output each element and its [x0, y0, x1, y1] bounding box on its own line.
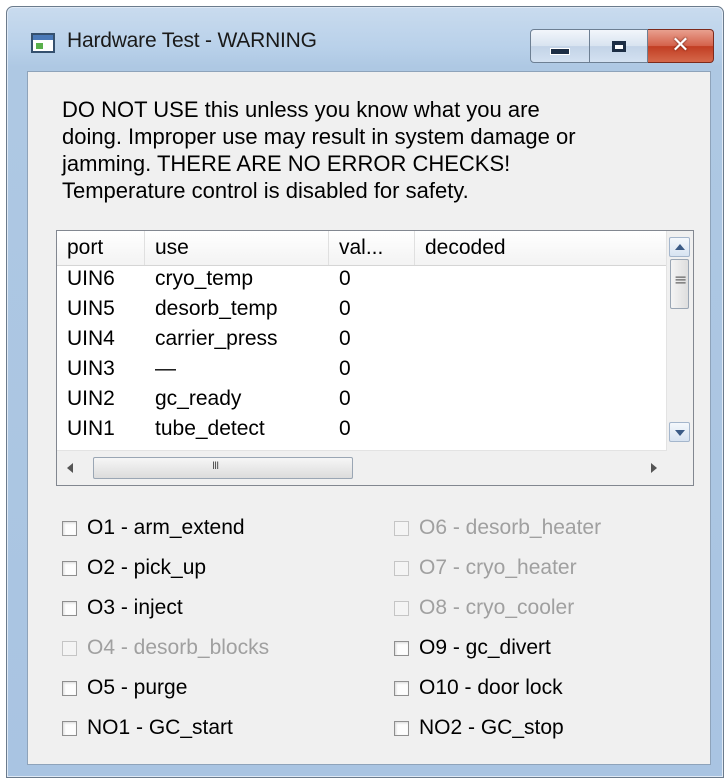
use-cell: cryo_temp [155, 267, 254, 290]
minimize-button[interactable] [530, 29, 590, 63]
hardware-test-window: Hardware Test - WARNING ✕ DO NOT USE thi… [6, 6, 724, 778]
column-header-use[interactable]: use [145, 231, 329, 265]
output-checkbox[interactable]: NO1 - GC_start [62, 714, 233, 742]
column-header-port[interactable]: port [57, 231, 145, 265]
vertical-scrollbar[interactable] [666, 231, 693, 451]
warning-message: DO NOT USE this unless you know what you… [62, 97, 576, 203]
use-cell: desorb_temp [155, 297, 278, 320]
horizontal-scrollbar[interactable] [57, 450, 667, 485]
checkbox-label: O6 - desorb_heater [419, 516, 602, 539]
output-checkbox[interactable]: O1 - arm_extend [62, 514, 245, 542]
checkbox-box [394, 600, 409, 616]
output-checkbox[interactable]: O5 - purge [62, 674, 187, 702]
port-cell: UIN1 [67, 417, 115, 440]
output-checkbox[interactable]: O2 - pick_up [62, 554, 206, 582]
use-cell: — [155, 357, 176, 380]
checkbox-label: O7 - cryo_heater [419, 556, 577, 579]
output-checkbox: O4 - desorb_blocks [62, 634, 269, 662]
value-cell: 0 [339, 297, 351, 320]
table-row[interactable]: UIN4 carrier_press 0 [57, 326, 667, 352]
checkbox-label: O1 - arm_extend [87, 516, 245, 539]
checkbox-box[interactable] [62, 720, 77, 736]
use-cell: gc_ready [155, 387, 242, 410]
port-list-body: UIN6 cryo_temp 0 UIN5 desorb_temp 0 UIN4 carrie… [57, 266, 667, 452]
checkbox-box[interactable] [62, 560, 77, 576]
checkbox-label: O3 - inject [87, 596, 183, 619]
output-checkbox: O6 - desorb_heater [394, 514, 601, 542]
title-bar[interactable]: Hardware Test - WARNING ✕ [7, 7, 723, 71]
checkbox-label: O9 - gc_divert [419, 636, 551, 659]
value-cell: 0 [339, 357, 351, 380]
horizontal-scroll-thumb[interactable] [93, 457, 353, 479]
output-checkbox: O8 - cryo_cooler [394, 594, 574, 622]
value-cell: 0 [339, 417, 351, 440]
output-checkbox[interactable]: NO2 - GC_stop [394, 714, 564, 742]
column-header-value[interactable]: val... [329, 231, 415, 265]
port-cell: UIN2 [67, 387, 115, 410]
table-row[interactable]: UIN5 desorb_temp 0 [57, 296, 667, 322]
checkbox-label: O5 - purge [87, 676, 188, 699]
checkbox-box[interactable] [394, 680, 409, 696]
scroll-right-arrow-icon[interactable] [651, 463, 657, 473]
use-cell: carrier_press [155, 327, 278, 350]
close-button[interactable]: ✕ [648, 29, 714, 63]
dialog-client-area: DO NOT USE this unless you know what you… [27, 71, 711, 765]
scrollbar-corner [667, 451, 693, 485]
port-cell: UIN6 [67, 267, 115, 290]
port-list-header: port use val... decoded [57, 231, 667, 266]
checkbox-label: O4 - desorb_blocks [87, 636, 270, 659]
checkbox-box [394, 520, 409, 536]
output-checkbox[interactable]: O10 - door lock [394, 674, 563, 702]
checkbox-box[interactable] [394, 640, 409, 656]
close-icon: ✕ [671, 33, 690, 58]
value-cell: 0 [339, 267, 351, 290]
output-checkbox: O7 - cryo_heater [394, 554, 577, 582]
maximize-icon [611, 40, 626, 52]
table-row[interactable]: UIN2 gc_ready 0 [57, 386, 667, 412]
table-row[interactable]: UIN6 cryo_temp 0 [57, 266, 667, 292]
port-cell: UIN5 [67, 297, 115, 320]
scroll-down-arrow-icon[interactable] [669, 422, 690, 442]
checkbox-label: NO2 - GC_stop [419, 716, 564, 739]
table-row[interactable]: UIN1 tube_detect 0 [57, 416, 667, 442]
use-cell: tube_detect [155, 417, 265, 440]
value-cell: 0 [339, 387, 351, 410]
window-app-icon[interactable] [31, 33, 55, 53]
checkbox-label: O2 - pick_up [87, 556, 207, 579]
minimize-icon [550, 47, 570, 55]
port-list[interactable]: port use val... decoded UIN6 cryo_temp 0 UI… [56, 230, 694, 486]
port-cell: UIN3 [67, 357, 115, 380]
checkbox-box[interactable] [394, 720, 409, 736]
scroll-up-arrow-icon[interactable] [669, 237, 690, 257]
checkbox-box [62, 640, 77, 656]
output-checkbox[interactable]: O9 - gc_divert [394, 634, 551, 662]
checkbox-box[interactable] [62, 600, 77, 616]
port-cell: UIN4 [67, 327, 115, 350]
window-title: Hardware Test - WARNING [67, 29, 317, 52]
checkbox-label: NO1 - GC_start [87, 716, 233, 739]
output-checkbox[interactable]: O3 - inject [62, 594, 183, 622]
column-header-decoded[interactable]: decoded [415, 231, 667, 265]
checkbox-box [394, 560, 409, 576]
checkbox-box[interactable] [62, 680, 77, 696]
output-checkboxes: O1 - arm_extend O2 - pick_up O3 - inject O4… [62, 514, 702, 754]
maximize-button[interactable] [590, 29, 648, 63]
scroll-left-arrow-icon[interactable] [67, 463, 73, 473]
value-cell: 0 [339, 327, 351, 350]
checkbox-label: O8 - cryo_cooler [419, 596, 575, 619]
vertical-scroll-thumb[interactable] [670, 259, 689, 309]
table-row[interactable]: UIN3 — 0 [57, 356, 667, 382]
checkbox-box[interactable] [62, 520, 77, 536]
checkbox-label: O10 - door lock [419, 676, 563, 699]
